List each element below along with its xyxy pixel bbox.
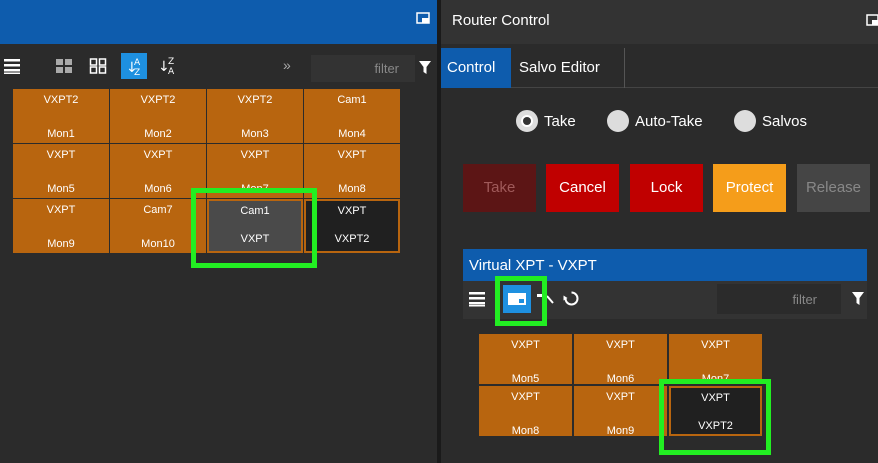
- float-window-icon[interactable]: [416, 12, 430, 26]
- left-router-tile[interactable]: VXPT2 Mon3: [207, 89, 303, 143]
- disconnect-icon[interactable]: [537, 291, 555, 307]
- list-view-icon[interactable]: [469, 291, 485, 307]
- vxpt-router-tile[interactable]: VXPT VXPT2: [669, 386, 762, 436]
- sort-descending-icon[interactable]: ↓ Z A: [156, 53, 180, 77]
- sort-ascending-icon[interactable]: ↓ A Z: [121, 53, 147, 79]
- tile-source-label: VXPT: [511, 339, 540, 351]
- virtual-xpt-filter-input[interactable]: filter: [717, 284, 841, 314]
- tile-source-label: VXPT: [143, 149, 173, 161]
- refresh-icon[interactable]: [563, 290, 580, 307]
- tile-view-icon[interactable]: [55, 57, 73, 75]
- list-view-icon[interactable]: [3, 57, 21, 75]
- auto-take-radio-label: Auto-Take: [635, 112, 703, 130]
- salvos-radio-option[interactable]: Salvos: [734, 110, 807, 132]
- tile-view-icon[interactable]: [503, 285, 531, 313]
- tile-source-label: VXPT2: [43, 94, 79, 106]
- take-radio-checked-icon[interactable]: [516, 110, 538, 132]
- tile-destination-label: Mon7: [701, 373, 730, 385]
- tile-destination-label: Mon9: [47, 238, 75, 250]
- tile-source-label: VXPT: [240, 149, 270, 161]
- tile-destination-label: Mon1: [47, 128, 75, 140]
- router-control-title-bar: Router Control: [441, 0, 878, 44]
- left-router-tile[interactable]: VXPT Mon6: [110, 144, 206, 198]
- panel-title: Router Control: [452, 12, 550, 29]
- float-window-icon[interactable]: [866, 14, 878, 28]
- auto-take-radio-icon[interactable]: [607, 110, 629, 132]
- take-radio-option[interactable]: Take: [516, 110, 576, 132]
- filter-icon[interactable]: [852, 292, 864, 306]
- tile-destination-label: Mon10: [141, 238, 175, 250]
- tile-destination-label: Mon8: [338, 183, 366, 195]
- cancel-button[interactable]: Cancel: [546, 164, 619, 212]
- tile-source-label: Cam1: [337, 94, 367, 106]
- vxpt-router-tile[interactable]: VXPT Mon6: [574, 334, 667, 385]
- tile-destination-label: Mon2: [144, 128, 172, 140]
- take-radio-label: Take: [544, 112, 576, 130]
- release-button[interactable]: Release: [797, 164, 870, 212]
- tile-source-label: VXPT: [701, 339, 730, 351]
- left-panel-title-bar: [0, 0, 437, 44]
- tile-destination-label: Mon8: [511, 425, 540, 437]
- tile-source-label: Cam1: [240, 205, 270, 217]
- take-button[interactable]: Take: [463, 164, 536, 212]
- tile-destination-label: Mon5: [511, 373, 540, 385]
- tile-source-label: VXPT2: [140, 94, 176, 106]
- tab-salvo-editor[interactable]: Salvo Editor: [511, 48, 625, 88]
- tile-destination-label: Mon7: [241, 183, 269, 195]
- vxpt-router-tile[interactable]: VXPT Mon9: [574, 386, 667, 437]
- vxpt-router-tile[interactable]: VXPT Mon8: [479, 386, 572, 437]
- tile-destination-label: VXPT2: [334, 233, 370, 245]
- virtual-xpt-header: Virtual XPT - VXPT: [463, 249, 867, 281]
- tile-source-label: VXPT: [337, 149, 367, 161]
- svg-text:A: A: [134, 58, 141, 68]
- tile-source-label: VXPT: [606, 391, 635, 403]
- protect-button[interactable]: Protect: [713, 164, 786, 212]
- lock-button[interactable]: Lock: [630, 164, 703, 212]
- tile-source-label: Cam7: [143, 204, 173, 216]
- left-router-tile[interactable]: VXPT2 Mon2: [110, 89, 206, 143]
- tab-bar: Control Salvo Editor: [441, 48, 878, 88]
- tile-source-label: VXPT: [511, 391, 540, 403]
- grid-view-icon[interactable]: [89, 57, 107, 75]
- left-router-tile[interactable]: VXPT Mon9: [13, 199, 109, 253]
- vxpt-router-tile[interactable]: VXPT Mon5: [479, 334, 572, 385]
- left-filter-input[interactable]: filter: [311, 55, 415, 82]
- left-router-tile[interactable]: VXPT Mon7: [207, 144, 303, 198]
- tile-source-label: VXPT: [606, 339, 635, 351]
- tab-control[interactable]: Control: [441, 48, 511, 88]
- left-router-tile[interactable]: VXPT VXPT2: [304, 199, 400, 253]
- tile-source-label: VXPT2: [237, 94, 273, 106]
- svg-text:Z: Z: [134, 68, 140, 78]
- svg-text:Z: Z: [168, 57, 174, 67]
- tile-destination-label: Mon4: [338, 128, 366, 140]
- tile-destination-label: Mon3: [241, 128, 269, 140]
- left-router-tile[interactable]: Cam1 VXPT: [207, 199, 303, 253]
- left-router-tile[interactable]: Cam7 Mon10: [110, 199, 206, 253]
- auto-take-radio-option[interactable]: Auto-Take: [607, 110, 703, 132]
- tile-destination-label: Mon5: [47, 183, 75, 195]
- salvos-radio-label: Salvos: [762, 112, 808, 130]
- left-router-tile[interactable]: VXPT Mon8: [304, 144, 400, 198]
- salvos-radio-icon[interactable]: [734, 110, 756, 132]
- vxpt-router-tile[interactable]: VXPT Mon7: [669, 334, 762, 385]
- left-panel: ↓ A Z ↓ Z A » filter VXPT2 Mon1 VXPT2 Mon2 V…: [0, 0, 437, 463]
- tile-destination-label: Mon6: [144, 183, 172, 195]
- left-router-tile[interactable]: VXPT2 Mon1: [13, 89, 109, 143]
- tile-destination-label: Mon6: [606, 373, 635, 385]
- tile-source-label: VXPT: [46, 204, 76, 216]
- tile-source-label: VXPT: [46, 149, 76, 161]
- tile-destination-label: VXPT2: [698, 420, 733, 432]
- tile-destination-label: Mon9: [606, 425, 635, 437]
- left-router-tile[interactable]: VXPT Mon5: [13, 144, 109, 198]
- tile-destination-label: VXPT: [240, 233, 270, 245]
- tile-source-label: VXPT: [337, 205, 367, 217]
- tile-source-label: VXPT: [701, 392, 730, 404]
- expand-toolbar-button[interactable]: »: [283, 57, 291, 73]
- left-router-tile[interactable]: Cam1 Mon4: [304, 89, 400, 143]
- filter-icon[interactable]: [419, 61, 431, 75]
- svg-text:A: A: [168, 67, 175, 77]
